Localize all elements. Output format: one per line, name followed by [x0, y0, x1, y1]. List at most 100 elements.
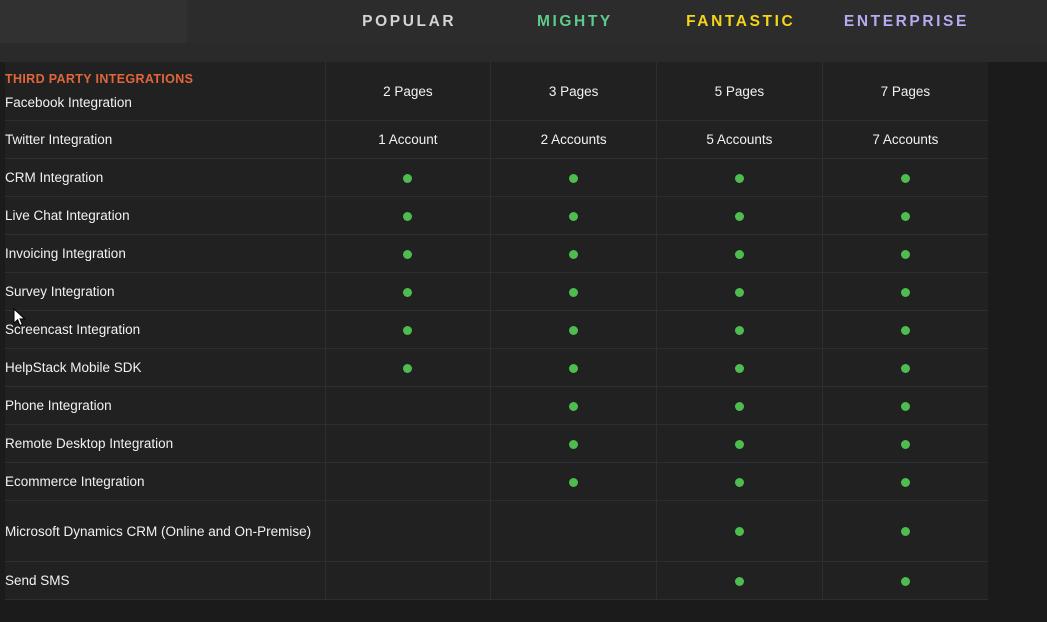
plan-value-cell — [325, 158, 492, 197]
plan-value-cell — [490, 234, 657, 273]
plan-value-cell — [490, 196, 657, 235]
plan-value-cell: 7 Accounts — [822, 120, 988, 159]
check-dot-icon — [569, 287, 579, 297]
feature-name-cell: Microsoft Dynamics CRM (Online and On-Pr… — [5, 500, 326, 562]
feature-name-cell: Invoicing Integration — [5, 234, 326, 273]
table-row: THIRD PARTY INTEGRATIONS Facebook Integra… — [5, 62, 988, 121]
check-dot-icon — [569, 325, 579, 335]
plan-value-cell — [656, 348, 823, 387]
plan-value-text: 2 Accounts — [540, 132, 607, 147]
plan-value-cell — [822, 234, 988, 273]
check-dot-icon — [734, 439, 744, 449]
check-dot-icon — [734, 211, 744, 221]
feature-name-cell: Screencast Integration — [5, 310, 326, 349]
feature-name-cell: HelpStack Mobile SDK — [5, 348, 326, 387]
plan-value-cell — [822, 196, 988, 235]
comparison-table-wrapper: THIRD PARTY INTEGRATIONS Facebook Integra… — [5, 62, 988, 600]
table-row: Ecommerce Integration — [5, 462, 988, 501]
plan-value-cell — [325, 234, 492, 273]
plan-value-cell — [822, 386, 988, 425]
plan-value-cell — [656, 386, 823, 425]
table-row: Twitter Integration 1 Account 2 Accounts 5 … — [5, 120, 988, 159]
plan-value-cell: 5 Pages — [656, 62, 823, 121]
check-dot-icon — [569, 363, 579, 373]
check-dot-icon — [569, 401, 579, 411]
plan-value-cell: 2 Pages — [325, 62, 492, 121]
feature-label: Survey Integration — [5, 284, 115, 299]
check-dot-icon — [403, 249, 413, 259]
check-dot-icon — [900, 401, 910, 411]
feature-label: Facebook Integration — [5, 95, 132, 110]
plan-value-cell: 5 Accounts — [656, 120, 823, 159]
check-dot-icon — [734, 477, 744, 487]
plan-value-cell — [656, 234, 823, 273]
plan-value-cell — [490, 310, 657, 349]
check-dot-icon — [900, 363, 910, 373]
check-dot-icon — [900, 211, 910, 221]
table-row: Survey Integration — [5, 272, 988, 311]
plan-value-cell — [822, 158, 988, 197]
feature-label: Send SMS — [5, 573, 70, 588]
check-dot-icon — [900, 287, 910, 297]
plan-value-cell — [656, 196, 823, 235]
plan-value-cell: 7 Pages — [822, 62, 988, 121]
table-row: CRM Integration — [5, 158, 988, 197]
feature-name-cell: Send SMS — [5, 561, 326, 600]
feature-label: Invoicing Integration — [5, 246, 126, 261]
check-dot-icon — [900, 477, 910, 487]
check-dot-icon — [734, 325, 744, 335]
feature-name-cell: Survey Integration — [5, 272, 326, 311]
plan-value-cell — [325, 310, 492, 349]
plan-value-text: 2 Pages — [383, 83, 433, 99]
feature-name-cell: Remote Desktop Integration — [5, 424, 326, 463]
check-dot-icon — [734, 576, 744, 586]
check-dot-icon — [900, 576, 910, 586]
feature-label: Screencast Integration — [5, 322, 141, 337]
plan-value-text: 7 Accounts — [872, 132, 939, 147]
feature-label: Remote Desktop Integration — [5, 436, 174, 451]
section-title: THIRD PARTY INTEGRATIONS — [5, 72, 194, 86]
plan-value-cell — [325, 272, 492, 311]
feature-label: Twitter Integration — [5, 132, 113, 147]
header-band-lower-strip — [0, 43, 1047, 62]
table-row: Live Chat Integration — [5, 196, 988, 235]
plan-value-cell — [656, 310, 823, 349]
plan-name-fantastic[interactable]: FANTASTIC — [657, 0, 823, 43]
plan-value-cell — [656, 561, 823, 600]
plan-value-text: 7 Pages — [880, 83, 931, 99]
plan-name-enterprise[interactable]: ENTERPRISE — [822, 0, 988, 43]
feature-name-cell: Live Chat Integration — [5, 196, 326, 235]
plan-value-cell — [325, 500, 492, 562]
check-dot-icon — [900, 439, 910, 449]
feature-comparison-table: THIRD PARTY INTEGRATIONS Facebook Integra… — [5, 62, 988, 600]
check-dot-icon — [403, 363, 413, 373]
plan-name-popular[interactable]: POPULAR — [325, 0, 491, 43]
plan-value-cell — [490, 462, 657, 501]
plan-value-cell — [490, 386, 657, 425]
check-dot-icon — [900, 527, 910, 537]
check-dot-icon — [900, 173, 910, 183]
plan-value-cell — [490, 424, 657, 463]
check-dot-icon — [900, 249, 910, 259]
plan-header-band: POPULAR MIGHTY FANTASTIC ENTERPRISE — [0, 0, 1047, 62]
plan-name-mighty[interactable]: MIGHTY — [491, 0, 657, 43]
feature-label: HelpStack Mobile SDK — [5, 360, 142, 375]
table-row: Remote Desktop Integration — [5, 424, 988, 463]
feature-name-cell: CRM Integration — [5, 158, 326, 197]
check-dot-icon — [569, 477, 579, 487]
feature-label: Microsoft Dynamics CRM (Online and On-Pr… — [5, 523, 312, 539]
check-dot-icon — [734, 527, 744, 537]
plan-value-cell — [490, 272, 657, 311]
plan-value-cell — [325, 196, 492, 235]
plan-value-cell — [325, 386, 492, 425]
feature-name-cell: Ecommerce Integration — [5, 462, 326, 501]
check-dot-icon — [734, 401, 744, 411]
plan-value-cell — [656, 272, 823, 311]
check-dot-icon — [900, 325, 910, 335]
plan-value-cell — [656, 424, 823, 463]
plan-value-cell — [490, 500, 657, 562]
plan-value-cell — [656, 500, 823, 562]
plan-value-cell — [490, 561, 657, 600]
table-row: Phone Integration — [5, 386, 988, 425]
table-row: Send SMS — [5, 561, 988, 600]
